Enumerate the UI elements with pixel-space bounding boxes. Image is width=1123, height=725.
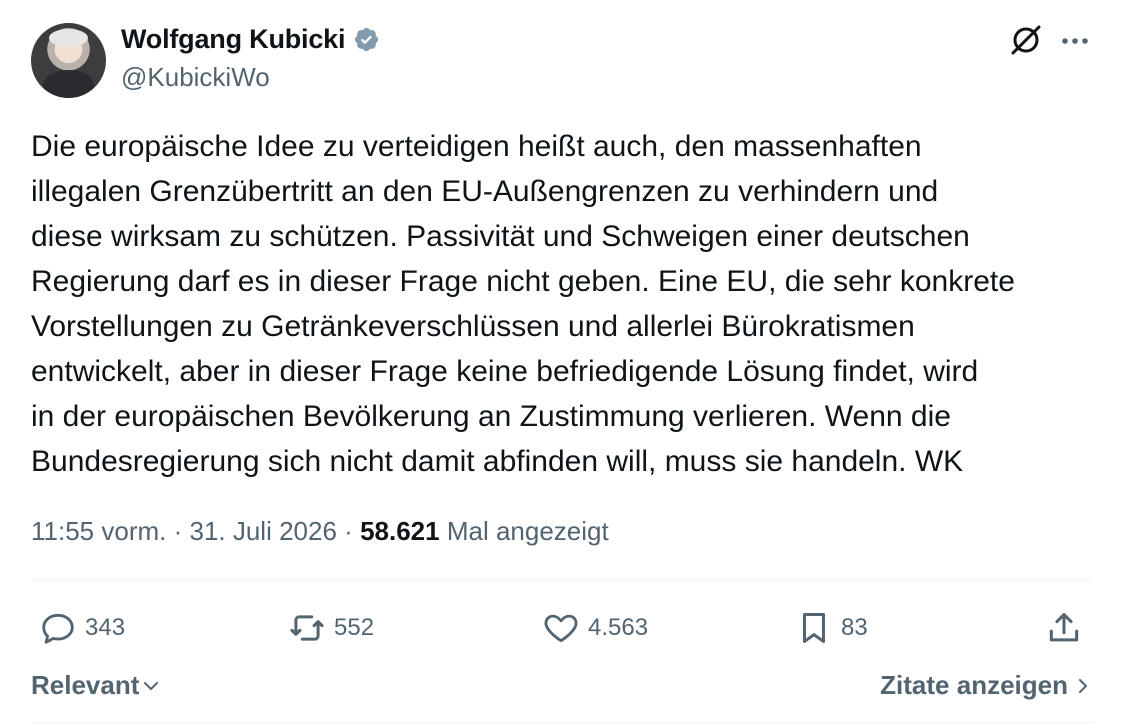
tweet-time[interactable]: 11:55 vorm.	[31, 516, 166, 546]
reply-count: 343	[85, 614, 126, 641]
author-name-row: Wolfgang Kubicki	[121, 24, 380, 55]
like-button[interactable]: 4.563	[542, 606, 648, 650]
divider	[31, 580, 1092, 581]
sort-label: Relevant	[31, 670, 140, 700]
author-handle[interactable]: @KubickiWo	[121, 62, 270, 93]
share-icon	[1049, 613, 1079, 642]
grok-icon[interactable]	[1007, 21, 1045, 59]
reply-icon	[42, 613, 74, 644]
bookmark-icon	[802, 613, 826, 643]
like-icon	[544, 614, 578, 643]
divider	[31, 722, 1092, 723]
repost-button[interactable]: 552	[288, 606, 374, 650]
tweet-text: Die europäische Idee zu verteidigen heiß…	[31, 130, 1015, 478]
reply-button[interactable]: 343	[39, 606, 125, 650]
tweet-date[interactable]: 31. Juli 2026	[189, 516, 336, 546]
sort-dropdown[interactable]: Relevant	[31, 670, 161, 701]
author-display-name[interactable]: Wolfgang Kubicki	[121, 24, 345, 55]
chevron-right-icon	[1079, 678, 1087, 693]
repost-icon	[290, 615, 324, 641]
meta-separator: ·	[344, 516, 361, 546]
views-label: Mal angezeigt	[446, 516, 609, 546]
verified-badge-icon	[355, 27, 379, 52]
share-button[interactable]	[1045, 606, 1083, 650]
tweet-meta: 11:55 vorm. · 31. Juli 2026 · 58.621 Mal…	[31, 516, 609, 547]
views-count: 58.621	[360, 516, 440, 546]
author-avatar[interactable]	[31, 23, 106, 98]
bookmark-count: 83	[841, 614, 868, 641]
meta-separator: ·	[173, 516, 190, 546]
quotes-label: Zitate anzeigen	[880, 670, 1068, 700]
chevron-down-icon	[144, 681, 159, 690]
more-icon[interactable]	[1058, 27, 1092, 55]
repost-count: 552	[334, 614, 375, 641]
like-count: 4.563	[588, 614, 649, 641]
bookmark-button[interactable]: 83	[795, 606, 868, 650]
view-quotes-link[interactable]: Zitate anzeigen	[880, 670, 1092, 701]
